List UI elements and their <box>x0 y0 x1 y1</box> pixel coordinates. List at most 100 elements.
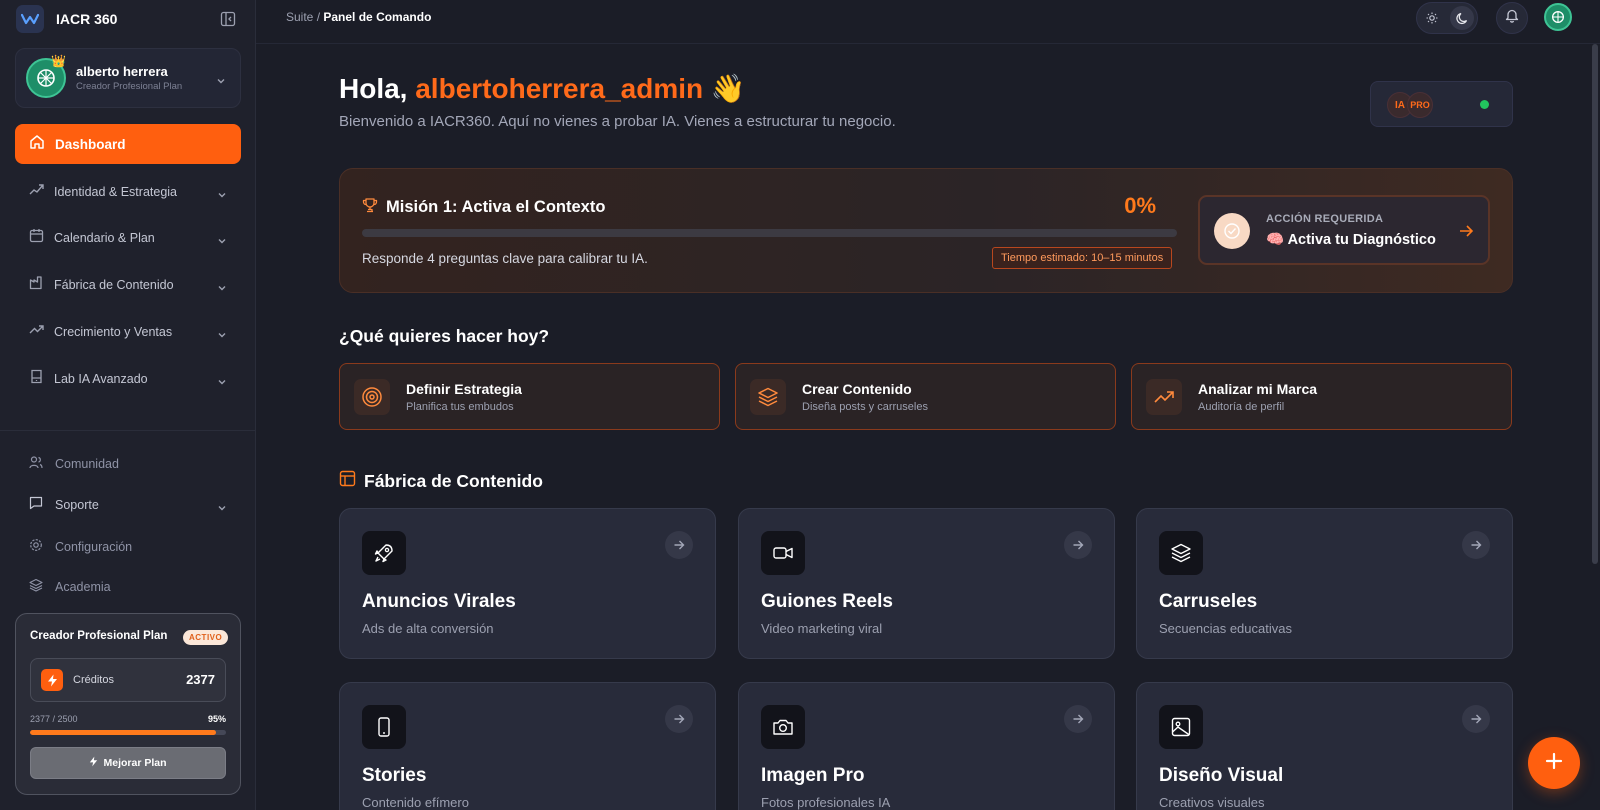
usage-progress-fill <box>30 730 217 735</box>
sidebar-item-label: Soporte <box>55 498 99 512</box>
plus-icon <box>1545 752 1563 775</box>
sidebar-item-identidad[interactable]: Identidad & Estrategia <box>15 174 241 210</box>
breadcrumb-separator: / <box>313 10 324 24</box>
chevron-down-icon <box>217 280 227 298</box>
tool-subtitle: Ads de alta conversión <box>362 621 494 636</box>
tool-subtitle: Contenido efímero <box>362 795 469 810</box>
online-status-dot <box>1480 100 1489 109</box>
mission-progress-bar <box>362 229 1177 237</box>
chevron-down-icon <box>217 187 227 205</box>
sidebar-item-label: Configuración <box>55 540 133 554</box>
lightning-icon <box>89 756 98 770</box>
arrow-right-icon[interactable] <box>665 705 693 733</box>
sidebar-item-label: Comunidad <box>55 457 119 471</box>
arrow-right-icon[interactable] <box>1462 705 1490 733</box>
moon-icon[interactable] <box>1450 6 1474 30</box>
status-badge: ACTIVO <box>183 630 229 645</box>
time-estimate-chip: Tiempo estimado: 10–15 minutos <box>992 247 1173 269</box>
notifications-button[interactable] <box>1496 2 1528 34</box>
strategy-icon <box>29 182 44 202</box>
sidebar-collapse-icon[interactable] <box>220 11 236 27</box>
add-fab-button[interactable] <box>1528 737 1580 789</box>
breadcrumb-current: Panel de Comando <box>323 10 432 24</box>
quick-action-title: Analizar mi Marca <box>1198 380 1318 397</box>
greeting-heading: Hola, albertoherrera_admin 👋 <box>339 72 746 105</box>
breadcrumb-root[interactable]: Suite <box>286 10 313 24</box>
tool-card-stories[interactable]: Stories Contenido efímero <box>339 682 716 810</box>
sun-icon[interactable] <box>1420 6 1444 30</box>
sidebar-item-label: Fábrica de Contenido <box>54 278 174 292</box>
calendar-icon <box>29 228 44 248</box>
user-avatar-button[interactable] <box>1544 3 1572 31</box>
sidebar-item-label: Calendario & Plan <box>54 231 155 245</box>
arrow-right-icon[interactable] <box>1064 705 1092 733</box>
chat-icon <box>29 496 43 515</box>
profile-switcher[interactable]: 👑 alberto herrera Creador Profesional Pl… <box>15 48 241 108</box>
tool-subtitle: Creativos visuales <box>1159 795 1265 810</box>
brand[interactable]: IACR 360 <box>16 5 240 33</box>
brain-icon: 🧠 <box>1266 232 1285 248</box>
sidebar-item-comunidad[interactable]: Comunidad <box>15 448 241 480</box>
quick-action-title: Crear Contenido <box>802 380 912 397</box>
sidebar-item-fabrica[interactable]: Fábrica de Contenido <box>15 267 241 303</box>
sidebar-item-lab[interactable]: Lab IA Avanzado <box>15 361 241 397</box>
sidebar-item-dashboard[interactable]: Dashboard <box>15 124 241 164</box>
tool-card-carruseles[interactable]: Carruseles Secuencias educativas <box>1136 508 1513 659</box>
sidebar-item-academia[interactable]: Academia <box>15 571 241 603</box>
home-icon <box>29 134 45 155</box>
arrow-right-icon[interactable] <box>1064 531 1092 559</box>
theme-toggle <box>1416 2 1478 34</box>
tool-subtitle: Video marketing viral <box>761 621 883 636</box>
sidebar: IACR 360 👑 alberto herrera Creador Profe… <box>0 0 256 810</box>
app-root: IACR 360 👑 alberto herrera Creador Profe… <box>0 0 1600 810</box>
tool-title: Carruseles <box>1159 591 1258 612</box>
tool-card-anuncios-virales[interactable]: Anuncios Virales Ads de alta conversión <box>339 508 716 659</box>
mission-title: Misión 1: Activa el Contexto <box>362 197 605 218</box>
arrow-right-icon <box>1458 223 1474 244</box>
scrollbar[interactable] <box>1592 44 1598 564</box>
lightning-icon <box>41 669 63 691</box>
sidebar-item-configuracion[interactable]: Configuración <box>15 531 241 563</box>
sidebar-item-label: Dashboard <box>55 136 126 152</box>
mission-title-text: Misión 1: Activa el Contexto <box>386 198 606 216</box>
tool-title: Guiones Reels <box>761 591 893 612</box>
ia-status-box: IA PRO <box>1370 81 1513 127</box>
topbar: Suite / Panel de Comando <box>256 0 1600 44</box>
activate-diagnostic-button[interactable]: ACCIÓN REQUERIDA 🧠 Activa tu Diagnóstico <box>1198 195 1490 265</box>
credits-label: Créditos <box>73 674 114 686</box>
brand-logo-icon <box>16 5 44 33</box>
rocket-icon <box>362 531 406 575</box>
sidebar-item-label: Identidad & Estrategia <box>54 185 177 199</box>
brand-name: IACR 360 <box>56 11 118 27</box>
sidebar-item-crecimiento[interactable]: Crecimiento y Ventas <box>15 314 241 350</box>
phone-icon <box>362 705 406 749</box>
sidebar-item-soporte[interactable]: Soporte <box>15 489 241 521</box>
pro-chip: PRO <box>1407 92 1433 118</box>
tool-card-diseno-visual[interactable]: Diseño Visual Creativos visuales <box>1136 682 1513 810</box>
profile-plan: Creador Profesional Plan <box>76 81 183 92</box>
today-heading-text: ¿Qué quieres hacer hoy? <box>339 326 550 346</box>
breadcrumb: Suite / Panel de Comando <box>286 10 431 24</box>
quick-action-title: Definir Estrategia <box>406 380 522 397</box>
layers-icon <box>1159 531 1203 575</box>
mission-description: Responde 4 preguntas clave para calibrar… <box>362 251 648 266</box>
sidebar-item-calendario[interactable]: Calendario & Plan <box>15 220 241 256</box>
arrow-right-icon[interactable] <box>665 531 693 559</box>
tool-card-imagen-pro[interactable]: Imagen Pro Fotos profesionales IA <box>738 682 1115 810</box>
action-title-text: Activa tu Diagnóstico <box>1287 232 1436 248</box>
target-icon <box>354 378 390 415</box>
chevron-down-icon <box>217 500 227 518</box>
tool-subtitle: Fotos profesionales IA <box>761 795 891 810</box>
trending-up-icon <box>29 322 44 342</box>
gear-icon <box>29 538 43 557</box>
usage-progress-bar <box>30 730 226 735</box>
quick-action-crear-contenido[interactable]: Crear Contenido Diseña posts y carrusele… <box>735 363 1116 430</box>
camera-icon <box>761 705 805 749</box>
chevron-down-icon <box>217 327 227 345</box>
arrow-right-icon[interactable] <box>1462 531 1490 559</box>
today-heading: ¿Qué quieres hacer hoy? <box>339 326 549 347</box>
tool-card-guiones-reels[interactable]: Guiones Reels Video marketing viral <box>738 508 1115 659</box>
quick-action-definir-estrategia[interactable]: Definir Estrategia Planifica tus embudos <box>339 363 720 430</box>
upgrade-plan-button[interactable]: Mejorar Plan <box>30 747 226 779</box>
quick-action-analizar-marca[interactable]: Analizar mi Marca Auditoría de perfil <box>1131 363 1512 430</box>
